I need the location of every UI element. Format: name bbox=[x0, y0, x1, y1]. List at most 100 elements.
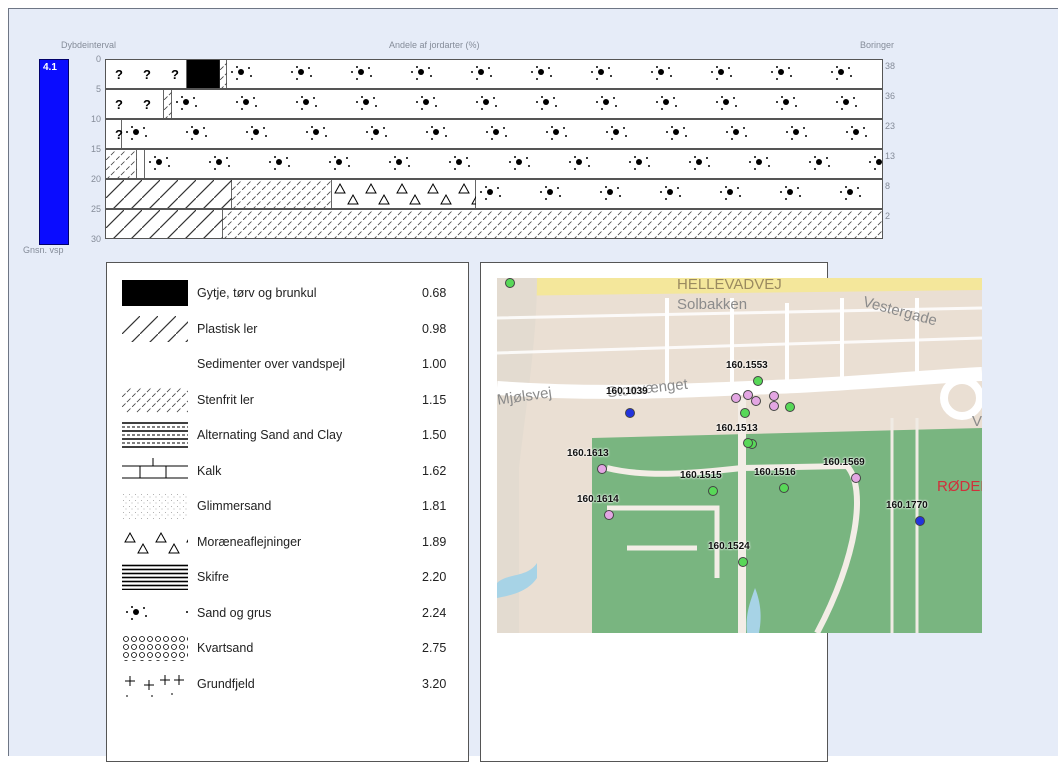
legend-item-gytje: Gytje, tørv og brunkul 0.68 bbox=[107, 278, 467, 308]
legend-panel: Gytje, tørv og brunkul 0.68 Plastisk ler 0.… bbox=[106, 262, 469, 762]
boring-marker[interactable] bbox=[785, 402, 795, 412]
boring-marker[interactable] bbox=[731, 393, 741, 403]
boring-marker[interactable] bbox=[743, 438, 753, 448]
boring-marker[interactable] bbox=[769, 391, 779, 401]
borings-header: Boringer bbox=[860, 40, 895, 50]
boring-label: 160.1516 bbox=[754, 467, 796, 478]
legend-label: Moræneaflejninger bbox=[197, 534, 302, 549]
share-header: Andele af jordarter (%) bbox=[389, 40, 480, 50]
legend-item-stenfrit: Stenfrit ler 1.15 bbox=[107, 385, 467, 415]
strat-segment-sand[interactable] bbox=[227, 60, 882, 88]
strat-segment-gytje[interactable] bbox=[186, 60, 220, 88]
boring-label: 160.1553 bbox=[726, 360, 768, 371]
kvarts-swatch bbox=[122, 635, 188, 661]
boring-label: 160.1524 bbox=[708, 541, 750, 552]
strat-segment-sand[interactable] bbox=[172, 90, 882, 118]
boring-marker[interactable] bbox=[505, 278, 515, 288]
boring-marker[interactable] bbox=[915, 516, 925, 526]
skifre-swatch bbox=[122, 564, 188, 590]
legend-value: 0.68 bbox=[422, 286, 447, 300]
strat-segment-stenfrit[interactable] bbox=[164, 90, 173, 118]
borings-count: 38 bbox=[885, 61, 896, 71]
street-label: V bbox=[972, 413, 982, 430]
strat-segment-plastic[interactable] bbox=[106, 180, 233, 208]
strat-row: ??? bbox=[105, 59, 883, 89]
boring-marker[interactable] bbox=[851, 473, 861, 483]
legend-label: Gytje, tørv og brunkul bbox=[197, 286, 317, 300]
legend-value: 2.20 bbox=[422, 570, 447, 584]
boring-label: 160.1613 bbox=[567, 448, 609, 459]
legend-value: 1.50 bbox=[422, 428, 447, 442]
boring-marker[interactable] bbox=[740, 408, 750, 418]
strat-segment-sand[interactable] bbox=[122, 120, 882, 148]
boring-label: 160.1515 bbox=[680, 470, 722, 481]
avg-water-level-label: Gnsn. vsp bbox=[23, 245, 64, 255]
strat-segment-stenfrit[interactable] bbox=[222, 210, 882, 238]
borings-count: 2 bbox=[885, 211, 891, 221]
depth-tick: 30 bbox=[90, 234, 101, 244]
legend-item-moraene: Moræneaflejninger 1.89 bbox=[107, 527, 467, 557]
strat-segment-stenfrit[interactable] bbox=[232, 180, 332, 208]
profile-window: Dybdeinterval Andele af jordarter (%) Bo… bbox=[8, 8, 1058, 762]
strat-segment-blank[interactable] bbox=[137, 150, 145, 178]
depth-tick: 5 bbox=[95, 84, 101, 94]
strat-segment-unknown[interactable]: ? bbox=[106, 120, 123, 148]
kalk-swatch bbox=[122, 457, 188, 484]
borings-map[interactable]: HELLEVADVEJ Solbakken Vestergade Mjølsvej St… bbox=[497, 278, 982, 633]
depth-header: Dybdeinterval bbox=[61, 40, 117, 50]
depth-tick: 10 bbox=[90, 114, 101, 124]
boring-marker[interactable] bbox=[625, 408, 635, 418]
legend-label: Skifre bbox=[197, 570, 229, 584]
boring-marker[interactable] bbox=[779, 483, 789, 493]
plastic-swatch bbox=[122, 315, 188, 342]
boring-marker[interactable] bbox=[604, 510, 614, 520]
legend-value: 0.98 bbox=[422, 321, 447, 336]
sand-swatch bbox=[122, 599, 188, 626]
legend-label: Plastisk ler bbox=[197, 321, 258, 336]
boring-marker[interactable] bbox=[597, 464, 607, 474]
depth-tick: 20 bbox=[90, 174, 101, 184]
legend-label: Glimmersand bbox=[197, 499, 272, 513]
borings-count: 36 bbox=[885, 91, 896, 101]
borings-count: 8 bbox=[885, 181, 891, 191]
boring-marker[interactable] bbox=[738, 557, 748, 567]
strat-segment-sand[interactable] bbox=[144, 150, 882, 178]
street-label: HELLEVADVEJ bbox=[677, 278, 782, 293]
legend-label: Kvartsand bbox=[197, 641, 254, 655]
legend-value: 3.20 bbox=[422, 676, 447, 691]
strat-row bbox=[105, 209, 883, 239]
legend-value: 2.75 bbox=[422, 641, 447, 655]
strat-segment-stenfrit[interactable] bbox=[106, 150, 138, 178]
depth-tick: 25 bbox=[90, 204, 101, 214]
boring-label: 160.1614 bbox=[577, 494, 619, 505]
boring-label: 160.1569 bbox=[823, 457, 865, 468]
strat-segment-unknown[interactable]: ??? bbox=[106, 60, 187, 88]
depth-tick: 0 bbox=[95, 54, 101, 64]
blank-swatch bbox=[122, 351, 188, 377]
legend-item-kvarts: Kvartsand 2.75 bbox=[107, 633, 467, 663]
legend-value: 1.15 bbox=[422, 392, 447, 407]
legend-label: Sedimenter over vandspejl bbox=[197, 357, 345, 371]
legend-item-sand: Sand og grus 2.24 bbox=[107, 598, 467, 628]
boring-marker[interactable] bbox=[753, 376, 763, 386]
boring-marker[interactable] bbox=[769, 401, 779, 411]
strat-segment-plastic[interactable] bbox=[106, 210, 223, 238]
legend-label: Grundfjeld bbox=[197, 676, 255, 691]
strat-row: ?? bbox=[105, 89, 883, 119]
boring-marker[interactable] bbox=[751, 396, 761, 406]
legend-value: 1.62 bbox=[422, 463, 447, 478]
boring-marker[interactable] bbox=[708, 486, 718, 496]
legend-value: 2.24 bbox=[422, 605, 447, 620]
strat-segment-unknown[interactable]: ?? bbox=[106, 90, 165, 118]
legend-item-kalk: Kalk 1.62 bbox=[107, 456, 467, 486]
strat-row: ? bbox=[105, 119, 883, 149]
avg-water-level-bar: 4.1 bbox=[39, 59, 69, 245]
strat-segment-moraene[interactable] bbox=[331, 180, 477, 208]
legend-item-glimmer: Glimmersand 1.81 bbox=[107, 491, 467, 521]
strat-segment-sand[interactable] bbox=[476, 180, 882, 208]
strat-row bbox=[105, 149, 883, 179]
strat-segment-stenfrit[interactable] bbox=[219, 60, 228, 88]
map-panel: HELLEVADVEJ Solbakken Vestergade Mjølsvej St… bbox=[480, 262, 982, 762]
street-label: Solbakken bbox=[677, 296, 748, 313]
moraene-swatch bbox=[122, 528, 188, 555]
